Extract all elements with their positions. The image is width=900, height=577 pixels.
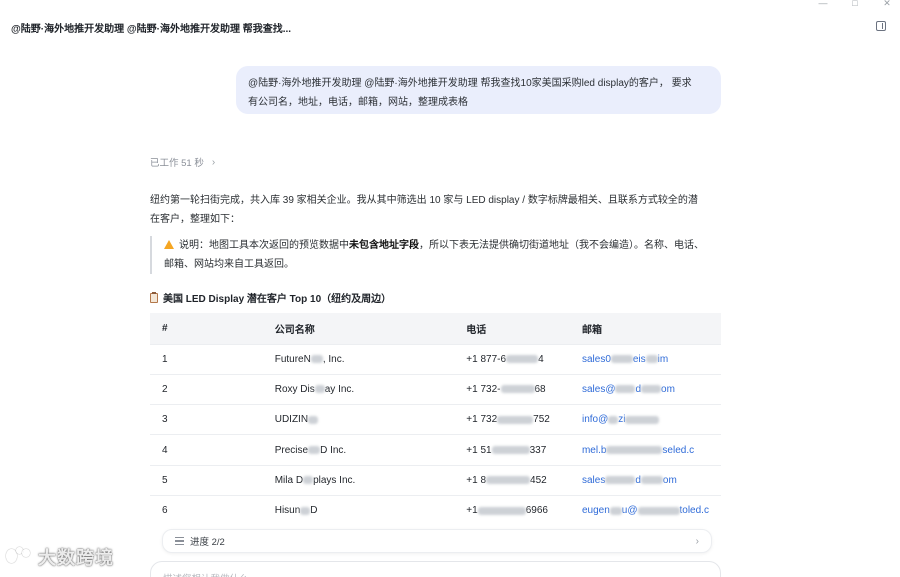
column-header-company: 公司名称 (274, 324, 315, 336)
redacted-blur (314, 385, 325, 394)
redacted-blur (637, 506, 680, 515)
redacted-blur (640, 476, 663, 485)
conversation-title: @陆野·海外地推开发助理 @陆野·海外地推开发助理 帮我查找... (11, 24, 292, 35)
table-title-text: 美国 LED Display 潜在客户 Top 10（纽约及周边） (163, 294, 392, 305)
redacted-blur (609, 506, 622, 515)
watermark-logo-icon (6, 547, 34, 567)
redacted-blur (506, 355, 539, 363)
note-text-post: ，所以下表无法提供确切街道地址（我不会编造）。名称、电话、 (419, 240, 704, 251)
redacted-blur (645, 355, 658, 363)
redacted-blur (300, 506, 311, 515)
redacted-blur (491, 445, 530, 454)
clipboard-icon (150, 291, 158, 303)
customer-table-container[interactable]: # 公司名称 电话 邮箱 1 FutureN, Inc. +1 877-6 4 s… (150, 313, 721, 528)
message-input[interactable]: 描述您想让我做什么... (150, 561, 721, 577)
table-title: 美国 LED Display 潜在客户 Top 10（纽约及周边） (150, 290, 391, 305)
table-row: 5 Mila Dplays Inc. +1 8 452 sales d om (150, 464, 721, 496)
redacted-blur (303, 476, 314, 485)
phone-number: +1 6966 (454, 494, 570, 526)
redacted-blur (606, 445, 663, 454)
company-name: Mila Dplays Inc. (262, 464, 455, 496)
watermark: 大数跨境 (6, 544, 114, 570)
redacted-blur (308, 415, 319, 424)
intro-line: 纽约第一轮扫街完成，共入库 39 家相关企业。我从其中筛选出 10 家与 LED… (150, 195, 698, 206)
sidebar-toggle-icon[interactable] (876, 21, 886, 31)
redacted-blur (497, 415, 534, 424)
note-text-bold: 未包含地址字段 (349, 240, 419, 251)
phone-number: +1 51 337 (454, 434, 570, 466)
company-name: Roxy Dis ay Inc. (262, 373, 455, 405)
company-name: Precise D Inc. (262, 434, 455, 466)
progress-panel[interactable]: 进度 2/2 › (162, 529, 712, 553)
note-text-pre: 说明：地图工具本次返回的预览数据中 (179, 240, 349, 251)
note-line: 邮箱、网站均来自工具返回。 (164, 259, 294, 270)
worked-label: 已工作 51 秒 (150, 158, 204, 169)
table-row: 2 Roxy Dis ay Inc. +1 732- 68 sales@ d om (150, 373, 721, 405)
warning-icon (164, 240, 174, 249)
customer-table: # 公司名称 电话 邮箱 1 FutureN, Inc. +1 877-6 4 s… (150, 313, 721, 526)
table-row: 1 FutureN, Inc. +1 877-6 4 sales0 eis im (150, 343, 721, 375)
email-link[interactable]: sales d om (569, 464, 721, 496)
row-index: 6 (150, 494, 263, 526)
company-name: UDIZIN (262, 404, 455, 435)
table-row: 6 Hisun D +1 6966 eugen u@ toled.c (150, 494, 721, 526)
list-icon (175, 537, 184, 545)
top-bar: @陆野·海外地推开发助理 @陆野·海外地推开发助理 帮我查找... (0, 0, 900, 46)
row-index: 4 (150, 434, 263, 466)
user-message-line: @陆野·海外地推开发助理 @陆野·海外地推开发助理 帮我查找10家美国采购led… (248, 78, 692, 89)
company-name: FutureN, Inc. (262, 343, 455, 375)
row-index: 2 (150, 373, 263, 405)
column-header-index: # (162, 322, 168, 334)
table-row: 4 Precise D Inc. +1 51 337 mel.b seled.c (150, 434, 721, 466)
phone-number: +1 732 752 (454, 404, 570, 435)
email-link[interactable]: info@ zi (569, 404, 721, 435)
row-index: 1 (150, 343, 263, 375)
redacted-blur (608, 415, 619, 424)
row-index: 3 (150, 404, 263, 435)
assistant-intro: 纽约第一轮扫街完成，共入库 39 家相关企业。我从其中筛选出 10 家与 LED… (150, 191, 720, 229)
redacted-blur (641, 385, 662, 394)
redacted-blur (486, 476, 531, 485)
table-header-row: # 公司名称 电话 邮箱 (150, 313, 721, 344)
user-message-line: 有公司名，地址，电话，邮箱，网站，整理成表格 (248, 97, 468, 108)
email-link[interactable]: mel.b seled.c (569, 434, 721, 466)
redacted-blur (477, 506, 526, 515)
column-header-phone: 电话 (466, 324, 487, 336)
redacted-blur (605, 476, 636, 485)
row-index: 5 (150, 464, 263, 496)
email-link[interactable]: sales@ d om (569, 373, 721, 405)
column-header-email: 邮箱 (581, 324, 602, 336)
note-line: 说明：地图工具本次返回的预览数据中未包含地址字段，所以下表无法提供确切街道地址（… (164, 236, 720, 255)
table-row: 3 UDIZIN +1 732 752 info@ zi (150, 404, 721, 435)
progress-label: 进度 2/2 (190, 537, 225, 548)
phone-number: +1 8 452 (454, 464, 570, 496)
worked-duration-toggle[interactable]: 已工作 51 秒 › (150, 155, 216, 170)
chevron-right-icon: › (211, 156, 216, 168)
user-message-bubble: @陆野·海外地推开发助理 @陆野·海外地推开发助理 帮我查找10家美国采购led… (236, 66, 721, 114)
company-name: Hisun D (262, 494, 455, 526)
redacted-blur (625, 415, 660, 424)
redacted-blur (310, 355, 323, 363)
email-link[interactable]: sales0 eis im (569, 343, 721, 375)
watermark-text: 大数跨境 (38, 548, 114, 568)
redacted-blur (615, 385, 636, 394)
redacted-blur (500, 385, 535, 394)
phone-number: +1 877-6 4 (454, 343, 570, 375)
redacted-blur (308, 445, 321, 454)
redacted-blur (610, 355, 633, 363)
intro-line: 在客户，整理如下： (150, 214, 240, 225)
phone-number: +1 732- 68 (454, 373, 570, 405)
warning-note: 说明：地图工具本次返回的预览数据中未包含地址字段，所以下表无法提供确切街道地址（… (150, 236, 720, 274)
chevron-right-icon: › (695, 535, 699, 547)
email-link[interactable]: eugen u@ toled.c (569, 494, 721, 526)
